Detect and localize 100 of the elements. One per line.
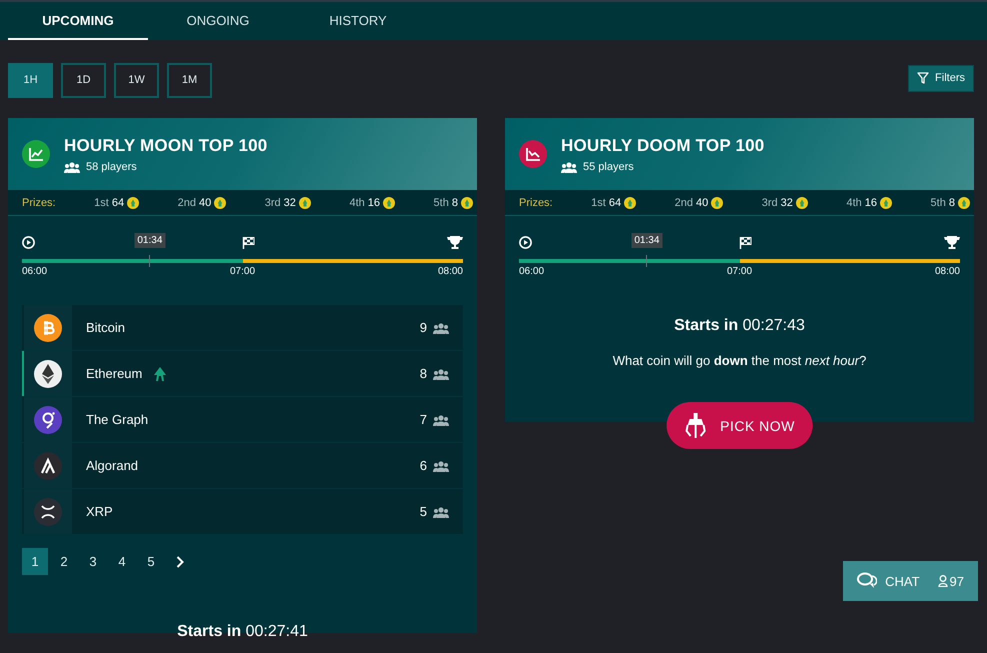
pick-count: 5 xyxy=(420,504,427,519)
question-text: What coin will go down the most next hour? xyxy=(612,353,868,370)
time-label: 06:00 xyxy=(519,266,544,277)
prize-place: 4th xyxy=(846,196,862,208)
page-button[interactable]: 5 xyxy=(138,548,164,575)
prize-amount: 8 xyxy=(452,196,458,208)
pick-count: 8 xyxy=(420,366,427,381)
period-button[interactable]: 1D xyxy=(61,62,106,98)
time-label: 08:00 xyxy=(934,266,960,277)
checkered-flag-icon xyxy=(738,236,752,249)
time-label: 07:00 xyxy=(230,266,256,277)
coin-logo-icon xyxy=(34,406,62,434)
prize-amount: 40 xyxy=(696,196,708,208)
prize-amount: 16 xyxy=(864,196,877,208)
pick-count: 9 xyxy=(420,320,427,335)
coin-icon xyxy=(127,196,140,208)
play-icon xyxy=(519,236,532,249)
coin-icon xyxy=(383,196,395,208)
pick-count: 6 xyxy=(420,458,427,473)
contest-title: HOURLY DOOM TOP 100 xyxy=(561,136,764,156)
play-icon xyxy=(22,236,35,249)
coin-row[interactable]: Ethereum 8 xyxy=(22,351,463,396)
coin-name: Bitcoin xyxy=(86,320,126,335)
countdown: Starts in 00:27:41 xyxy=(176,623,309,641)
trophy-icon xyxy=(944,236,960,249)
time-label: 06:00 xyxy=(22,266,48,277)
coin-icon xyxy=(460,196,473,208)
chevron-right-icon xyxy=(176,556,184,568)
people-icon xyxy=(433,368,449,380)
trend-up-icon xyxy=(22,140,50,168)
coin-row[interactable]: The Graph 7 xyxy=(22,397,463,442)
prize-amount: 64 xyxy=(608,196,622,208)
people-icon xyxy=(433,414,449,426)
prize-place: 2nd xyxy=(674,196,693,208)
chat-button[interactable]: CHAT 97 xyxy=(843,561,978,601)
coin-icon xyxy=(880,196,892,208)
pick-count: 7 xyxy=(420,412,427,427)
period-button[interactable]: 1M xyxy=(167,62,212,98)
coin-logo-icon xyxy=(34,498,62,526)
prize-amount: 16 xyxy=(368,196,380,208)
prize-place: 3rd xyxy=(762,196,778,208)
prize-amount: 8 xyxy=(948,196,955,208)
coin-icon xyxy=(711,196,724,208)
people-icon xyxy=(561,160,577,172)
prize-place: 1st xyxy=(591,196,606,208)
checkered-flag-icon xyxy=(242,236,254,249)
time-marker: 01:34 xyxy=(134,233,166,248)
prize-place: 4th xyxy=(349,196,365,208)
coin-logo-icon xyxy=(34,452,62,480)
tab[interactable]: HISTORY xyxy=(288,2,428,40)
prize-place: 5th xyxy=(930,196,946,208)
coin-icon xyxy=(796,196,808,208)
time-marker: 01:34 xyxy=(631,233,662,248)
pick-now-button[interactable]: PICK NOW xyxy=(666,402,813,449)
tab[interactable]: UPCOMING xyxy=(8,2,148,40)
coin-icon xyxy=(214,196,226,208)
prize-amount: 40 xyxy=(198,196,212,208)
countdown: Starts in 00:27:43 xyxy=(673,317,806,335)
period-button[interactable]: 1H xyxy=(8,62,53,98)
time-label: 08:00 xyxy=(438,266,463,277)
player-count: 55 players xyxy=(583,160,634,172)
coin-name: Ethereum xyxy=(86,366,142,381)
tab[interactable]: ONGOING xyxy=(148,2,288,40)
coin-row[interactable]: Bitcoin 9 xyxy=(22,305,463,350)
page-button[interactable]: 4 xyxy=(109,548,135,575)
trophy-icon xyxy=(447,236,463,249)
coin-logo-icon xyxy=(34,360,62,388)
coin-name: XRP xyxy=(86,504,113,519)
chat-icon xyxy=(857,572,878,590)
coin-row[interactable]: XRP 5 xyxy=(22,489,463,534)
filter-icon xyxy=(917,72,930,84)
period-button[interactable]: 1W xyxy=(114,62,159,98)
prize-place: 3rd xyxy=(264,196,281,208)
prize-amount: 32 xyxy=(780,196,793,208)
coin-name: The Graph xyxy=(86,412,148,427)
user-icon xyxy=(938,575,948,587)
prizes-label: Prizes: xyxy=(519,196,553,208)
prize-place: 1st xyxy=(94,196,109,208)
people-icon xyxy=(433,322,449,334)
prize-amount: 64 xyxy=(112,196,124,208)
coin-row[interactable]: Algorand 6 xyxy=(22,443,463,488)
contest-title: HOURLY MOON TOP 100 xyxy=(64,136,268,156)
coin-name: Algorand xyxy=(86,458,138,473)
people-icon xyxy=(433,506,449,518)
time-label: 07:00 xyxy=(726,266,752,277)
coin-icon xyxy=(624,196,636,208)
page-button[interactable]: 3 xyxy=(80,548,106,575)
prizes-label: Prizes: xyxy=(22,196,56,208)
prize-amount: 32 xyxy=(284,196,296,208)
coin-logo-icon xyxy=(34,314,62,342)
coin-icon xyxy=(298,196,311,208)
page-button[interactable]: 1 xyxy=(22,548,48,575)
trend-down-icon xyxy=(519,140,547,168)
coin-icon xyxy=(958,196,970,208)
player-count: 58 players xyxy=(86,160,137,172)
prize-place: 2nd xyxy=(178,196,196,208)
filters-button[interactable]: Filters xyxy=(908,64,974,92)
prize-place: 5th xyxy=(434,196,449,208)
people-icon xyxy=(64,160,80,172)
page-button[interactable]: 2 xyxy=(51,548,77,575)
